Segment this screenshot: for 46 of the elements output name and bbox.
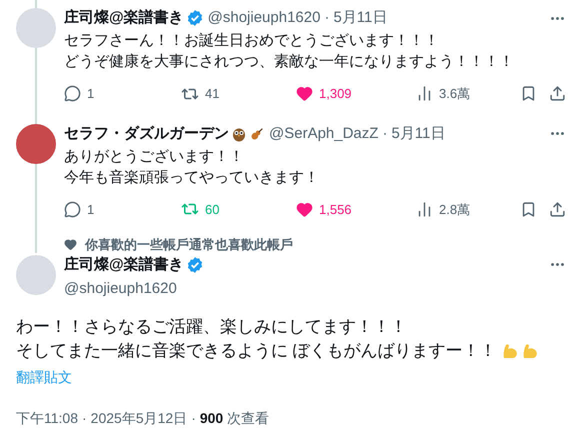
author-name[interactable]: 庄司燦@楽譜書き <box>64 254 184 274</box>
bookmark-icon[interactable] <box>520 200 537 218</box>
speech-bubble-icon <box>64 85 81 102</box>
violin-icon <box>249 126 265 142</box>
separator-dot: · <box>191 408 196 428</box>
separator-dot: · <box>82 408 87 428</box>
bar-chart-icon <box>416 85 433 102</box>
post-date[interactable]: 5月11日 <box>391 124 446 144</box>
avatar[interactable] <box>16 124 56 164</box>
author-handle[interactable]: @shojieuph1620 <box>64 278 566 298</box>
bar-chart-icon <box>416 200 433 218</box>
reply-button[interactable]: 1 <box>64 200 94 219</box>
post-text: わー！！さらなるご活躍、楽しみにしてます！！！ <box>16 316 407 338</box>
author-handle[interactable]: @SerAph_DazZ <box>269 124 378 144</box>
post-text: セラフさーん！！お誕生日おめでとうございます！！！ <box>64 31 440 51</box>
author-name[interactable]: 庄司燦@楽譜書き <box>64 8 184 28</box>
speech-bubble-icon <box>64 200 81 218</box>
like-button[interactable]: 1,556 <box>296 200 352 219</box>
views-button[interactable]: 3.6萬 <box>416 84 470 104</box>
post-text: ありがとうございます！！ <box>64 146 245 166</box>
author-handle[interactable]: @shojieuph1620 <box>208 8 320 28</box>
social-context: 你喜歡的一些帳戶通常也喜歡此帳戶 <box>85 236 293 254</box>
flexed-arm-icon <box>520 342 539 360</box>
post-text: そしてまた一緒に音楽できるように ぼくもがんばりますー！！ <box>16 340 497 362</box>
heart-icon <box>296 200 313 218</box>
share-icon[interactable] <box>549 85 566 102</box>
flexed-arm-icon <box>500 342 519 360</box>
separator-dot: · <box>382 124 388 144</box>
heart-icon <box>296 85 313 102</box>
post-text: 今年も音楽頑張ってやっていきます！ <box>64 168 320 188</box>
post-date[interactable]: 2025年5月12日 <box>90 408 188 428</box>
share-icon[interactable] <box>549 200 566 218</box>
bookmark-icon[interactable] <box>520 85 537 102</box>
views-label: 次查看 <box>227 408 270 428</box>
view-count: 900 <box>200 408 224 428</box>
like-button[interactable]: 1,309 <box>296 84 352 104</box>
separator-dot: · <box>324 8 330 28</box>
reply-button[interactable]: 1 <box>64 84 94 104</box>
author-name[interactable]: セラフ・ダズルガーデン <box>64 124 229 144</box>
owl-icon <box>231 126 247 142</box>
repost-button[interactable]: 41 <box>181 84 220 104</box>
post-date[interactable]: 5月11日 <box>333 8 388 28</box>
post-time[interactable]: 下午11:08 <box>16 408 78 428</box>
heart-icon <box>64 238 77 252</box>
post-text: どうぞ健康を大事にされつつ、素敵な一年になりますよう！！！！ <box>64 52 515 72</box>
views-button[interactable]: 2.8萬 <box>416 200 470 219</box>
